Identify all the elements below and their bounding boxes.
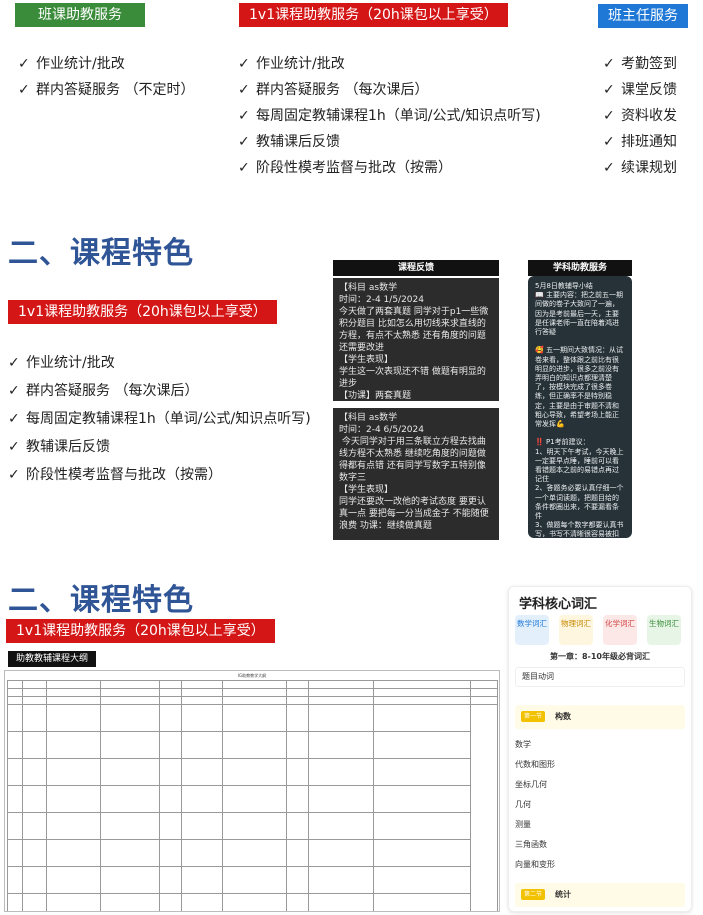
feedback-card-title: 课程反馈: [333, 260, 499, 276]
syllabus-caption: IG助教教学大纲: [237, 673, 267, 678]
vocab-word[interactable]: 数学: [515, 739, 685, 750]
section-title: 统计: [555, 890, 571, 899]
check-icon: ✓: [18, 82, 30, 98]
section-title: 构数: [555, 712, 571, 721]
syllabus-table: [6, 680, 499, 911]
vocab-word[interactable]: 向量和变形: [515, 859, 685, 870]
list-item: ✓ 排班通知: [603, 129, 677, 155]
tab-biology-vocab[interactable]: 生物词汇: [647, 615, 681, 645]
check-icon: ✓: [238, 160, 250, 176]
section-heading: 二、课程特色: [8, 583, 194, 618]
check-icon: ✓: [18, 56, 30, 72]
list-item: ✓ 续课规划: [603, 155, 677, 181]
group-ta-list: ✓ 作业统计/批改 ✓ 群内答疑服务 （不定时）: [18, 51, 194, 103]
list-item: ✓ 课堂反馈: [603, 77, 677, 103]
vocab-word[interactable]: 几何: [515, 799, 685, 810]
list-item: ✓ 阶段性模考监督与批改（按需）: [8, 461, 311, 489]
ta-service-title: 学科助教服务: [528, 260, 632, 276]
check-icon: ✓: [238, 134, 250, 150]
section-heading: 二、课程特色: [8, 236, 194, 271]
check-icon: ✓: [8, 355, 20, 371]
check-icon: ✓: [238, 82, 250, 98]
vocab-topic: 题目动词: [522, 672, 554, 681]
one-on-one-ta-list: ✓ 作业统计/批改 ✓ 群内答疑服务 （每次课后） ✓ 每周固定教辅课程1h（单词/公…: [8, 349, 311, 489]
one-on-one-ta-tag: 1v1课程助教服务（20h课包以上享受）: [8, 300, 277, 324]
head-teacher-list: ✓ 考勤签到 ✓ 课堂反馈 ✓ 资料收发 ✓ 排班通知 ✓ 续课规划: [603, 51, 677, 181]
syllabus-doc: IG助教教学大纲: [4, 670, 500, 912]
check-icon: ✓: [603, 108, 615, 124]
vocab-chapter: 第一章：8-10年级必背词汇: [549, 652, 651, 661]
check-icon: ✓: [238, 108, 250, 124]
check-icon: ✓: [8, 411, 20, 427]
ta-service-message: 5月8日教辅导小结 📖 主要内容：把之前五一期间做的卷子大致问了一遍，因为是考前…: [528, 276, 632, 538]
one-on-one-ta-list: ✓ 作业统计/批改 ✓ 群内答疑服务 （每次课后） ✓ 每周固定教辅课程1h（单词/公…: [238, 51, 541, 181]
head-teacher-tag: 班主任服务: [598, 4, 688, 28]
check-icon: ✓: [8, 439, 20, 455]
list-item: ✓ 群内答疑服务 （每次课后）: [8, 377, 311, 405]
check-icon: ✓: [238, 56, 250, 72]
list-item: ✓ 群内答疑服务 （每次课后）: [238, 77, 541, 103]
vocab-topic-row[interactable]: 题目动词: [515, 667, 685, 687]
group-ta-tag: 班课助教服务: [15, 3, 145, 27]
one-on-one-ta-tag: 1v1课程助教服务（20h课包以上享受）: [239, 3, 508, 27]
list-item: ✓ 教辅课后反馈: [8, 433, 311, 461]
vocab-section-2: 第二节 统计: [515, 883, 685, 907]
check-icon: ✓: [603, 160, 615, 176]
one-on-one-ta-tag: 1v1课程助教服务（20h课包以上享受）: [6, 619, 275, 643]
list-item: ✓ 作业统计/批改: [8, 349, 311, 377]
check-icon: ✓: [603, 56, 615, 72]
list-item: ✓ 作业统计/批改: [18, 51, 194, 77]
list-item: ✓ 教辅课后反馈: [238, 129, 541, 155]
list-item: ✓ 阶段性模考监督与批改（按需）: [238, 155, 541, 181]
vocab-section-1: 第一节 构数: [515, 705, 685, 729]
tab-chemistry-vocab[interactable]: 化学词汇: [603, 615, 637, 645]
list-item: ✓ 每周固定教辅课程1h（单词/公式/知识点听写): [8, 405, 311, 433]
list-item: ✓ 群内答疑服务 （不定时）: [18, 77, 194, 103]
vocab-word[interactable]: 代数和图形: [515, 759, 685, 770]
list-item: ✓ 每周固定教辅课程1h（单词/公式/知识点听写): [238, 103, 541, 129]
list-item: ✓ 资料收发: [603, 103, 677, 129]
list-item: ✓ 作业统计/批改: [238, 51, 541, 77]
vocab-word[interactable]: 测量: [515, 819, 685, 830]
tab-math-vocab[interactable]: 数学词汇: [515, 615, 549, 645]
section-badge: 第一节: [521, 711, 546, 722]
tab-physics-vocab[interactable]: 物理词汇: [559, 615, 593, 645]
section-badge: 第二节: [521, 889, 546, 900]
syllabus-title: 助教教辅课程大纲: [8, 651, 97, 667]
check-icon: ✓: [8, 383, 20, 399]
check-icon: ✓: [8, 467, 20, 483]
feedback-card-2: 【科目 as数学 时间：2-4 6/5/2024 今天同学对于用三条联立方程去找…: [333, 408, 499, 540]
check-icon: ✓: [603, 134, 615, 150]
list-item: ✓ 考勤签到: [603, 51, 677, 77]
check-icon: ✓: [603, 82, 615, 98]
feedback-card-1: 【科目 as数学 时间：2-4 1/5/2024 今天做了两套真题 同学对于p1…: [333, 278, 499, 401]
vocab-title: 学科核心词汇: [519, 597, 598, 612]
vocab-panel: 学科核心词汇 数学词汇 物理词汇 化学词汇 生物词汇 第一章：8-10年级必背词…: [508, 586, 692, 912]
vocab-word[interactable]: 坐标几何: [515, 779, 685, 790]
vocab-word[interactable]: 三角函数: [515, 839, 685, 850]
